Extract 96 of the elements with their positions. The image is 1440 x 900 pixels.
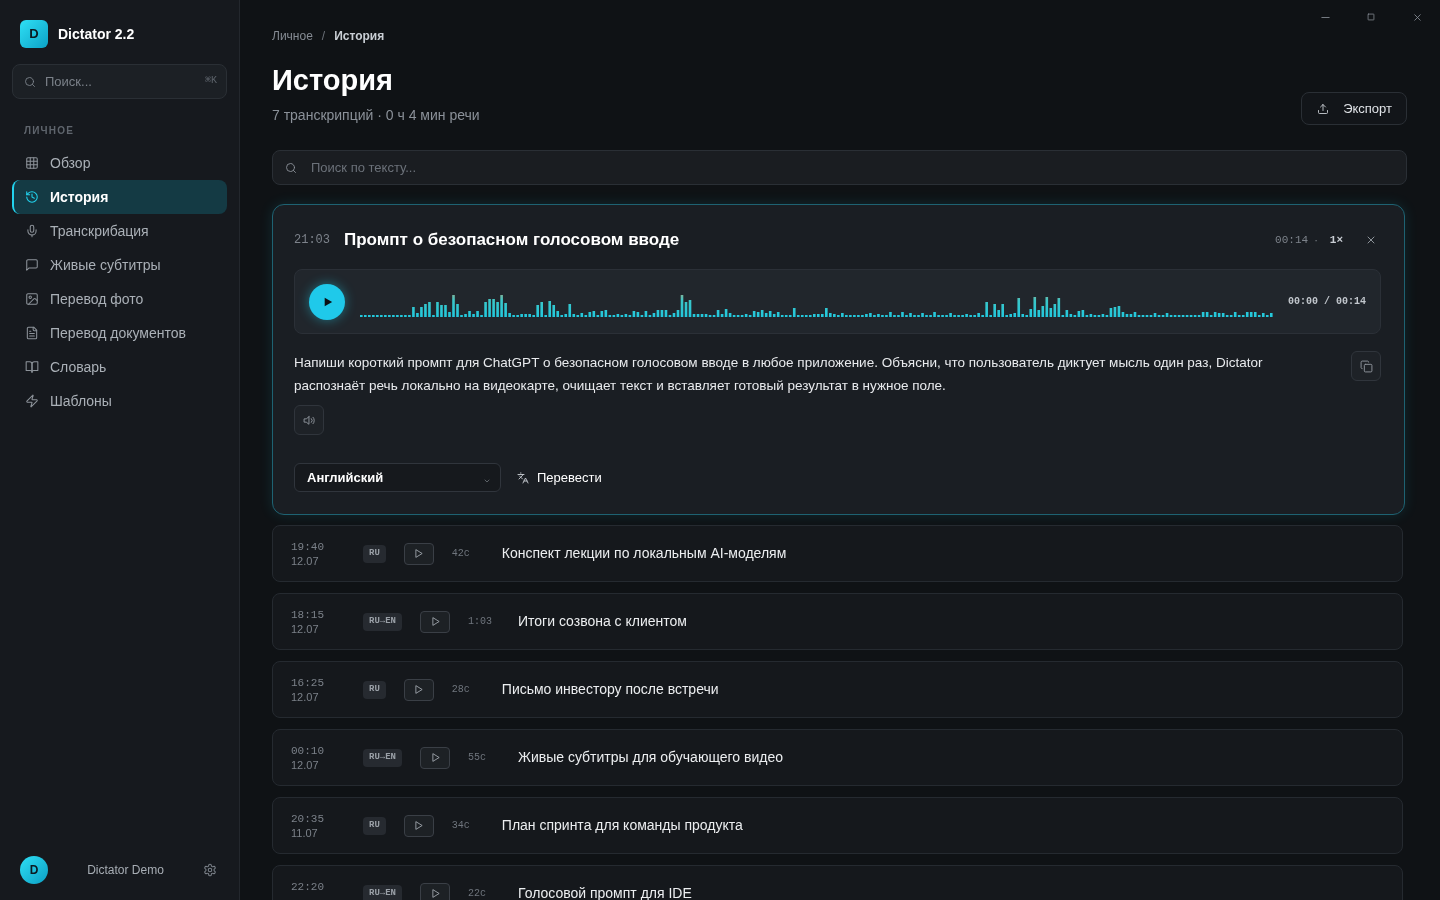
text-search-field[interactable]: Поиск по тексту... [272,150,1407,185]
history-icon [25,190,39,204]
breadcrumb-link[interactable]: Личное [272,28,313,44]
book-icon [25,360,39,374]
play-button[interactable] [403,814,434,837]
duration-text: 00:14 [1275,232,1309,248]
play-button[interactable] [403,678,434,701]
close-icon[interactable] [1365,234,1377,246]
row-time: 22:20 [291,879,324,894]
grid-icon [25,156,39,170]
nav-item[interactable]: Транскрибация [12,214,227,248]
duration-text: 42с [451,547,471,561]
nav-item[interactable]: Перевод фото [12,282,227,316]
translate-button[interactable]: Перевести [517,467,602,488]
speak-button[interactable] [294,405,324,435]
duration-text: 22с [468,887,488,900]
row-time: 16:25 [291,675,324,690]
app-name: Dictator 2.2 [58,24,135,44]
translate-icon [517,471,529,484]
transcript-row[interactable]: 19:40 12.07 RU 42с Конспект лекции по локальным AI-моделям [272,525,1403,582]
nav-item[interactable]: Обзор [12,146,227,180]
row-date: 12.07 [291,553,319,568]
microphone-icon [25,224,39,238]
user-name: Dictator Demo [87,862,164,879]
duration-text: 1:03 [468,615,494,629]
row-time: 19:40 [291,539,324,554]
transcript-text: Напиши короткий промпт для ChatGPT о безопасном голосовом вводе в любое приложение. Объясни, что пользователь диктует мысль один раз, Dictator распознаёт речь локально на видеокарте, очищает текст и вставляет готовый результат в нужное поле. [294,354,1264,395]
row-date: 12.07 [291,757,319,772]
transcript-title: Письмо инвестору после встречи [501,680,719,699]
language-badge: RU→EN [363,884,402,900]
user-avatar[interactable]: D [20,856,48,884]
language-badge: RU→EN [363,612,402,631]
app-logo: D [20,20,48,48]
language-badge: RU [363,544,386,563]
row-time: 20:35 [291,811,324,826]
breadcrumb-current: История [334,28,385,44]
nav-item[interactable]: История [12,180,227,214]
maximize-icon[interactable] [1366,12,1376,22]
play-button[interactable] [420,610,450,633]
row-time: 00:10 [291,743,324,758]
export-button[interactable]: Экспорт [1301,92,1407,125]
play-icon [413,684,425,695]
image-icon [25,292,39,306]
close-icon[interactable] [1411,11,1423,23]
transcript-title: Итоги созвона с клиентом [518,612,687,631]
search-icon [285,162,297,174]
play-icon [413,548,425,559]
search-icon [24,76,36,88]
transcript-row[interactable]: 18:15 12.07 RU→EN 1:03 Итоги созвона с клиентом [272,593,1403,650]
transcript-row[interactable]: 16:25 12.07 RU 28с Письмо инвестору после встречи [272,661,1403,718]
document-icon [25,326,39,340]
duration-text: 28с [451,683,471,697]
separator-text: · [1314,232,1318,248]
play-icon [323,296,333,307]
page-title: История [272,63,394,98]
duration-text: 55с [468,751,488,765]
nav-item[interactable]: Живые субтитры [12,248,227,282]
transcript-title: Голосовой промпт для IDE [518,884,692,900]
breadcrumb-separator: / [321,28,326,44]
section-label: ЛИЧНОЕ [24,125,75,136]
row-time: 18:15 [291,607,324,622]
play-button[interactable] [420,882,450,900]
speed-button[interactable]: 1× [1329,231,1343,249]
page-subtitle: 7 транскрипций · 0 ч 4 мин речи [272,106,480,125]
play-button[interactable] [420,746,450,769]
language-badge: RU [363,680,386,699]
chat-bubble-icon [25,258,39,272]
transcript-row[interactable]: 22:20 RU→EN 22с Голосовой промпт для IDE [272,865,1403,900]
row-date: 12.07 [291,689,319,704]
transcript-row[interactable]: 00:10 12.07 RU→EN 55с Живые субтитры для обучающего видео [272,729,1403,786]
nav-item[interactable]: Шаблоны [12,384,227,418]
duration-text: 34с [451,819,471,833]
speaker-icon [302,413,316,427]
transcript-title: План спринта для команды продукта [501,816,743,835]
row-date: 12.07 [291,621,319,636]
language-select[interactable]: Английский [294,463,501,492]
play-button[interactable] [403,542,434,565]
lightning-icon [25,394,39,408]
upload-icon [1317,102,1330,115]
transcript-title: Конспект лекции по локальным AI-моделям [501,544,787,563]
play-button[interactable] [309,283,345,320]
shortcut-hint: ⌘K [204,74,217,88]
language-badge: RU→EN [363,748,402,767]
playback-time: 00:00 / 00:14 [1288,295,1366,309]
transcript-title: Живые субтитры для обучающего видео [518,748,783,767]
transcript-time: 21:03 [294,232,330,249]
settings-icon[interactable] [203,863,217,877]
copy-button[interactable] [1351,351,1381,381]
play-icon [413,820,425,831]
transcript-title: Промпт о безопасном голосовом вводе [344,229,680,252]
language-badge: RU [363,816,386,835]
row-date: 11.07 [291,825,318,840]
transcript-row[interactable]: 20:35 11.07 RU 34с План спринта для команды продукта [272,797,1403,854]
nav-item[interactable]: Перевод документов [12,316,227,350]
copy-icon [1359,359,1373,373]
nav-item[interactable]: Словарь [12,350,227,384]
